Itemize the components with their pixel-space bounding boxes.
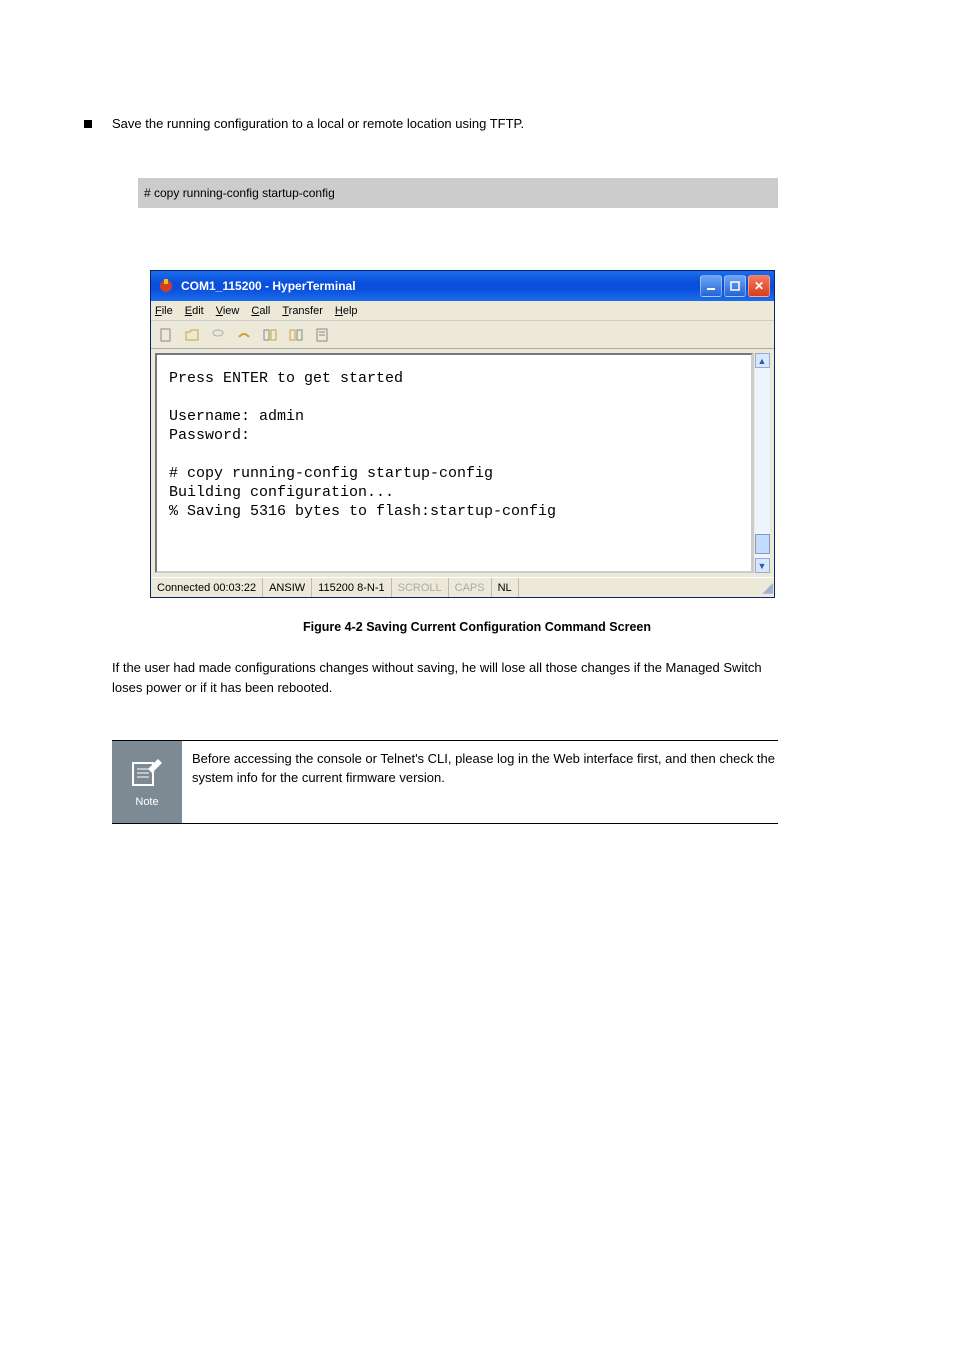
scroll-thumb[interactable] (755, 534, 770, 554)
app-icon (157, 277, 175, 295)
note-text: Before accessing the console or Telnet's… (182, 741, 778, 823)
window-title: COM1_115200 - HyperTerminal (181, 279, 700, 293)
scroll-track[interactable] (755, 368, 770, 558)
menu-transfer[interactable]: Transfer (282, 305, 323, 317)
note-icon-panel: Note (112, 741, 182, 823)
scroll-up-icon[interactable]: ▲ (755, 353, 770, 368)
phone-icon[interactable] (207, 324, 229, 346)
warning-paragraph: If the user had made configurations chan… (112, 658, 777, 698)
command-text: # copy running-config startup-config (144, 186, 335, 200)
status-connected: Connected 00:03:22 (151, 578, 263, 597)
command-example: # copy running-config startup-config (138, 178, 778, 208)
send-icon[interactable] (259, 324, 281, 346)
close-button[interactable]: ✕ (748, 275, 770, 297)
toolbar (151, 321, 774, 349)
new-icon[interactable] (155, 324, 177, 346)
save-instruction: Save the running configuration to a loca… (112, 116, 524, 131)
note-icon (130, 757, 164, 794)
status-scroll: SCROLL (392, 578, 449, 597)
menu-view[interactable]: View (216, 305, 240, 317)
hyperterminal-window: COM1_115200 - HyperTerminal ✕ File Edit … (150, 270, 775, 598)
scroll-down-icon[interactable]: ▼ (755, 558, 770, 573)
bullet-icon (84, 120, 92, 128)
titlebar: COM1_115200 - HyperTerminal ✕ (151, 271, 774, 301)
maximize-button[interactable] (724, 275, 746, 297)
menu-edit[interactable]: Edit (185, 305, 204, 317)
menubar: File Edit View Call Transfer Help (151, 301, 774, 321)
minimize-button[interactable] (700, 275, 722, 297)
note-box: Note Before accessing the console or Tel… (112, 740, 778, 824)
note-label: Note (135, 796, 158, 808)
vertical-scrollbar[interactable]: ▲ ▼ (753, 353, 770, 573)
menu-help[interactable]: Help (335, 305, 358, 317)
statusbar: Connected 00:03:22 ANSIW 115200 8-N-1 SC… (151, 577, 774, 597)
status-caps: CAPS (449, 578, 492, 597)
terminal-output[interactable]: Press ENTER to get started Username: adm… (155, 353, 753, 573)
status-nl: NL (492, 578, 519, 597)
hangup-icon[interactable] (233, 324, 255, 346)
figure-caption: Figure 4-2 Saving Current Configuration … (0, 620, 954, 634)
status-settings: 115200 8-N-1 (312, 578, 391, 597)
resize-grip-icon[interactable]: ◢ (756, 579, 774, 597)
menu-call[interactable]: Call (251, 305, 270, 317)
status-encoding: ANSIW (263, 578, 312, 597)
properties-icon[interactable] (311, 324, 333, 346)
receive-icon[interactable] (285, 324, 307, 346)
open-icon[interactable] (181, 324, 203, 346)
menu-file[interactable]: File (155, 305, 173, 317)
